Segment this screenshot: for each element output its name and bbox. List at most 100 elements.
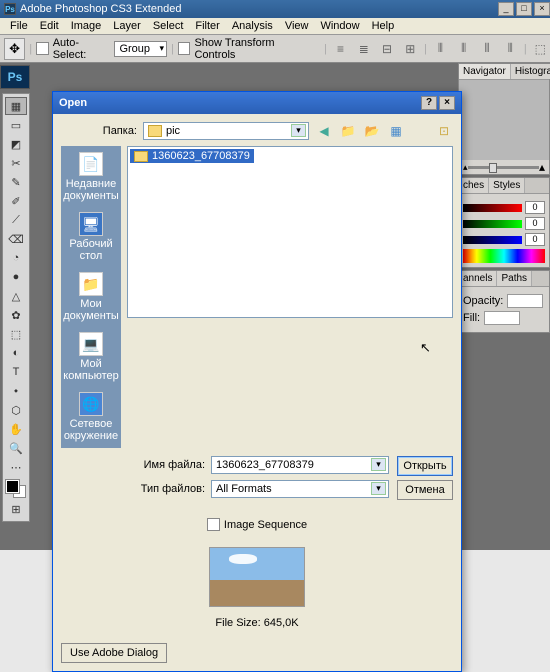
help-button[interactable]: ?	[421, 96, 437, 110]
red-slider[interactable]	[463, 204, 522, 212]
file-size-label: File Size: 645,0K	[215, 617, 298, 629]
tool-marquee[interactable]: ▭	[5, 116, 27, 134]
layers-palette: annels Paths Opacity: Fill:	[458, 270, 550, 333]
tool-brush[interactable]: ⟋	[5, 211, 27, 229]
menu-view[interactable]: View	[279, 20, 315, 32]
folder-icon	[148, 125, 162, 137]
arrange-icon[interactable]: ⬚	[531, 39, 550, 59]
distribute-icon[interactable]: ⫴	[454, 39, 473, 59]
preview-area: Image Sequence File Size: 645,0K	[61, 518, 453, 629]
tool-slice[interactable]: ✎	[5, 173, 27, 191]
color-palette: ches Styles 0 0 0	[458, 177, 550, 268]
menu-help[interactable]: Help	[366, 20, 401, 32]
new-folder-icon[interactable]: 📂	[363, 122, 381, 140]
sidebar-network[interactable]: 🌐Сетевое окружение	[61, 392, 121, 442]
show-transform-checkbox[interactable]	[178, 42, 191, 55]
tool-hand[interactable]: ✋	[5, 420, 27, 438]
back-icon[interactable]: ◀	[315, 122, 333, 140]
zoom-slider[interactable]: ▴ ▴	[459, 160, 549, 174]
foreground-color[interactable]	[6, 480, 19, 493]
tool-stamp[interactable]: ⌫	[5, 230, 27, 248]
spectrum-picker[interactable]	[463, 249, 545, 263]
fill-input[interactable]	[484, 311, 520, 325]
tab-histogram[interactable]: Histogram	[511, 64, 550, 79]
tool-move[interactable]: ▦	[5, 97, 27, 115]
desktop-icon: 🖥	[79, 212, 103, 236]
favorites-icon[interactable]: ⊡	[435, 122, 453, 140]
color-swatches[interactable]	[6, 480, 26, 498]
auto-select-checkbox[interactable]	[36, 42, 49, 55]
tab-channels[interactable]: annels	[459, 271, 497, 286]
menu-analysis[interactable]: Analysis	[226, 20, 279, 32]
tab-navigator[interactable]: Navigator	[459, 64, 511, 79]
move-tool-icon[interactable]: ✥	[4, 38, 25, 60]
up-folder-icon[interactable]: 📁	[339, 122, 357, 140]
menu-select[interactable]: Select	[147, 20, 190, 32]
align-icon[interactable]: ≡	[331, 39, 350, 59]
green-value[interactable]: 0	[525, 217, 545, 230]
open-button[interactable]: Открыть	[397, 456, 453, 476]
menu-file[interactable]: File	[4, 20, 34, 32]
navigator-preview[interactable]	[459, 80, 549, 160]
file-item-selected[interactable]: 1360623_67708379	[130, 149, 254, 163]
tool-blur[interactable]: ✿	[5, 306, 27, 324]
green-slider[interactable]	[463, 220, 522, 228]
sidebar-recent[interactable]: 📄Недавние документы	[61, 152, 121, 202]
blue-slider[interactable]	[463, 236, 522, 244]
recent-icon: 📄	[79, 152, 103, 176]
opacity-input[interactable]	[507, 294, 543, 308]
auto-select-dropdown[interactable]: Group	[114, 41, 167, 57]
navigator-palette: Navigator Histogram Info ▴ ▴	[458, 63, 550, 175]
filename-combo[interactable]: 1360623_67708379	[211, 456, 389, 474]
adobe-dialog-button[interactable]: Use Adobe Dialog	[61, 643, 167, 663]
blue-value[interactable]: 0	[525, 233, 545, 246]
dialog-titlebar[interactable]: Open ? ×	[53, 92, 461, 114]
tab-paths[interactable]: Paths	[497, 271, 532, 286]
file-list[interactable]: 1360623_67708379	[127, 146, 453, 318]
menu-edit[interactable]: Edit	[34, 20, 65, 32]
filetype-label: Тип файлов:	[129, 483, 205, 495]
ps-logo-tab[interactable]: Ps	[0, 65, 30, 89]
tool-crop[interactable]: ✂	[5, 154, 27, 172]
tool-lasso[interactable]: ◩	[5, 135, 27, 153]
tool-pen[interactable]: ◐	[5, 344, 27, 362]
sidebar-desktop[interactable]: 🖥Рабочий стол	[61, 212, 121, 262]
auto-select-label: Auto-Select:	[53, 37, 111, 61]
tool-healing[interactable]: ✐	[5, 192, 27, 210]
distribute-icon[interactable]: ⫴	[501, 39, 520, 59]
sidebar-computer[interactable]: 💻Мой компьютер	[61, 332, 121, 382]
tool-eraser[interactable]: ●	[5, 268, 27, 286]
tool-type[interactable]: T	[5, 363, 27, 381]
tool-gradient[interactable]: △	[5, 287, 27, 305]
tool-shape[interactable]: ⬡	[5, 401, 27, 419]
tab-swatches[interactable]: ches	[459, 178, 489, 193]
tool-path[interactable]: ⬩	[5, 382, 27, 400]
menu-image[interactable]: Image	[65, 20, 108, 32]
menu-window[interactable]: Window	[314, 20, 365, 32]
red-value[interactable]: 0	[525, 201, 545, 214]
close-dialog-button[interactable]: ×	[439, 96, 455, 110]
tool-history[interactable]: ◔	[5, 249, 27, 267]
filetype-combo[interactable]: All Formats	[211, 480, 389, 498]
close-button[interactable]: ×	[534, 2, 550, 16]
tool-quickmask[interactable]: ⊞	[5, 500, 27, 518]
menu-filter[interactable]: Filter	[189, 20, 225, 32]
tab-styles[interactable]: Styles	[489, 178, 525, 193]
align-icon[interactable]: ≣	[354, 39, 373, 59]
maximize-button[interactable]: □	[516, 2, 532, 16]
sidebar-documents[interactable]: 📁Мои документы	[61, 272, 121, 322]
align-icon[interactable]: ⊟	[377, 39, 396, 59]
image-sequence-checkbox[interactable]	[207, 518, 220, 531]
tool-extra[interactable]: ⋯	[5, 458, 27, 476]
minimize-button[interactable]: _	[498, 2, 514, 16]
menu-layer[interactable]: Layer	[107, 20, 147, 32]
tool-dodge[interactable]: ⬚	[5, 325, 27, 343]
distribute-icon[interactable]: ⫴	[431, 39, 450, 59]
views-icon[interactable]: ▦	[387, 122, 405, 140]
align-icon[interactable]: ⊞	[401, 39, 420, 59]
preview-thumbnail	[209, 547, 305, 607]
cancel-button[interactable]: Отмена	[397, 480, 453, 500]
folder-combo[interactable]: pic	[143, 122, 309, 140]
tool-zoom[interactable]: 🔍	[5, 439, 27, 457]
distribute-icon[interactable]: ⫴	[477, 39, 496, 59]
